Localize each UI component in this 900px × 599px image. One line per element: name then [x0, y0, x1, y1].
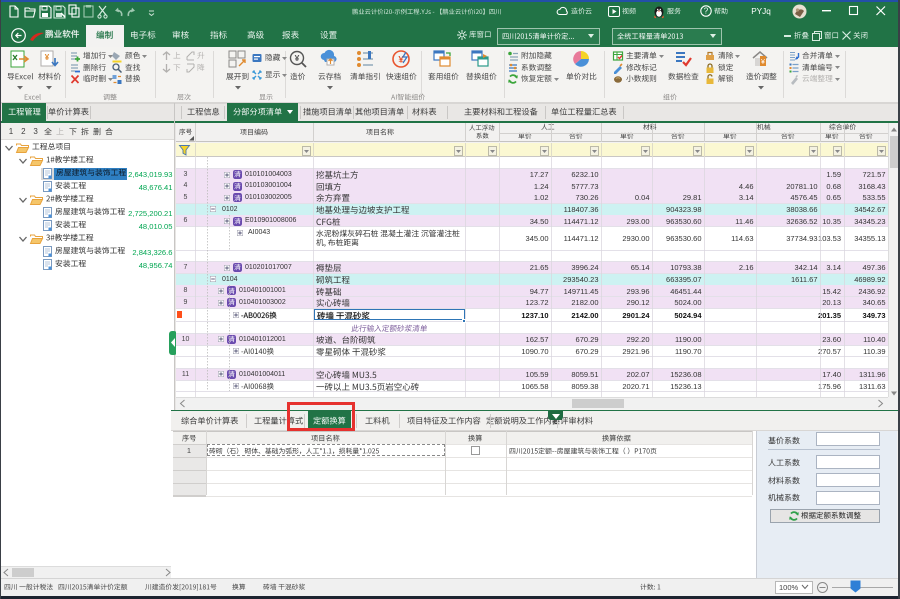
svg-text:¥: ¥	[761, 59, 765, 66]
svg-text:¥: ¥	[295, 53, 300, 63]
svg-text:?: ?	[704, 7, 709, 16]
svg-text:¥: ¥	[45, 53, 50, 62]
